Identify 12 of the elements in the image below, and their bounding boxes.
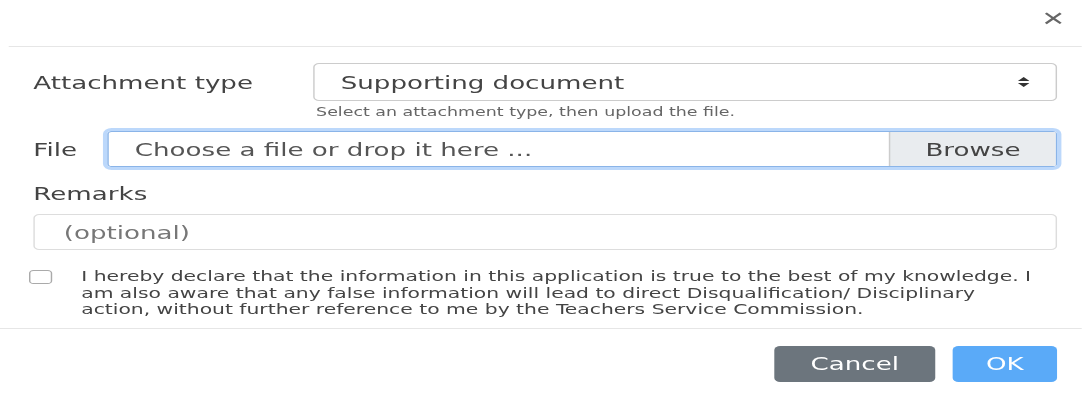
browse-button[interactable]: Browse xyxy=(888,132,1056,166)
field-label: Attachment type xyxy=(33,71,254,93)
sort-caret-icon xyxy=(1017,77,1030,87)
field-label: Remarks xyxy=(33,183,149,204)
help-text: Select an attachment type, then upload the file. xyxy=(315,105,737,119)
remarks-input-field[interactable]: (optional) xyxy=(33,214,1058,250)
attachment-type-select[interactable]: Supporting document xyxy=(313,63,1058,101)
close-button[interactable]: × xyxy=(1042,5,1082,37)
field-label: File xyxy=(33,138,79,160)
cancel-button[interactable]: Cancel xyxy=(774,345,936,382)
checkbox[interactable] xyxy=(29,270,53,284)
declaration-text: I hereby declare that the information in this application is true to the best of my knowledge. I am also aware that any false information will lead to direct Disqualification/ Disciplinary action, without further reference to me by the Teachers Service Commission. xyxy=(81,268,1033,318)
